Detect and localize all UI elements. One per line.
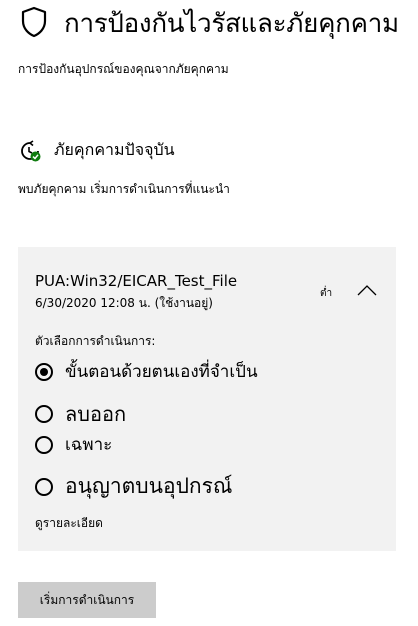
radio-button[interactable] <box>35 477 53 496</box>
radio-button-selected[interactable] <box>35 362 53 381</box>
current-threats-title: ภัยคุกคามปัจจุบัน <box>54 140 175 159</box>
option-label: ขั้นตอนด้วยตนเองที่จำเป็น <box>65 362 258 382</box>
current-threats-description: พบภัยคุกคาม เริ่มการดำเนินการที่แนะนำ <box>18 182 230 196</box>
radio-button[interactable] <box>35 405 53 423</box>
threat-name: PUA:Win32/EICAR_Test_File <box>35 272 238 290</box>
option-label: เฉพาะ <box>65 435 113 455</box>
page-title: การป้องกันไวรัสและภัยคุกคาม <box>64 9 399 39</box>
radio-button[interactable] <box>35 435 53 454</box>
option-label: อนุญาตบนอุปกรณ์ <box>65 474 233 498</box>
action-options-label: ตัวเลือกการดำเนินการ: <box>35 334 156 348</box>
page-subtitle: การป้องกันอุปกรณ์ของคุณจากภัยคุกคาม <box>18 62 229 76</box>
threat-date: 6/30/2020 12:08 น. (ใช้งานอยู่) <box>35 296 213 310</box>
shield-icon <box>21 6 47 38</box>
see-details-link[interactable]: ดูรายละเอียด <box>35 514 103 533</box>
option-quarantine[interactable]: เฉพาะ <box>35 431 112 458</box>
option-manual-steps[interactable]: ขั้นตอนด้วยตนเองที่จำเป็น <box>35 358 258 385</box>
start-actions-button[interactable]: เริ่มการดำเนินการ <box>18 582 156 618</box>
option-allow-on-device[interactable]: อนุญาตบนอุปกรณ์ <box>35 470 232 503</box>
severity-label: ต่ำ <box>320 288 333 299</box>
option-remove[interactable]: ลบออก <box>35 398 126 430</box>
chevron-up-icon[interactable] <box>356 283 378 297</box>
option-label: ลบออก <box>65 402 127 426</box>
clock-check-icon <box>21 140 41 162</box>
